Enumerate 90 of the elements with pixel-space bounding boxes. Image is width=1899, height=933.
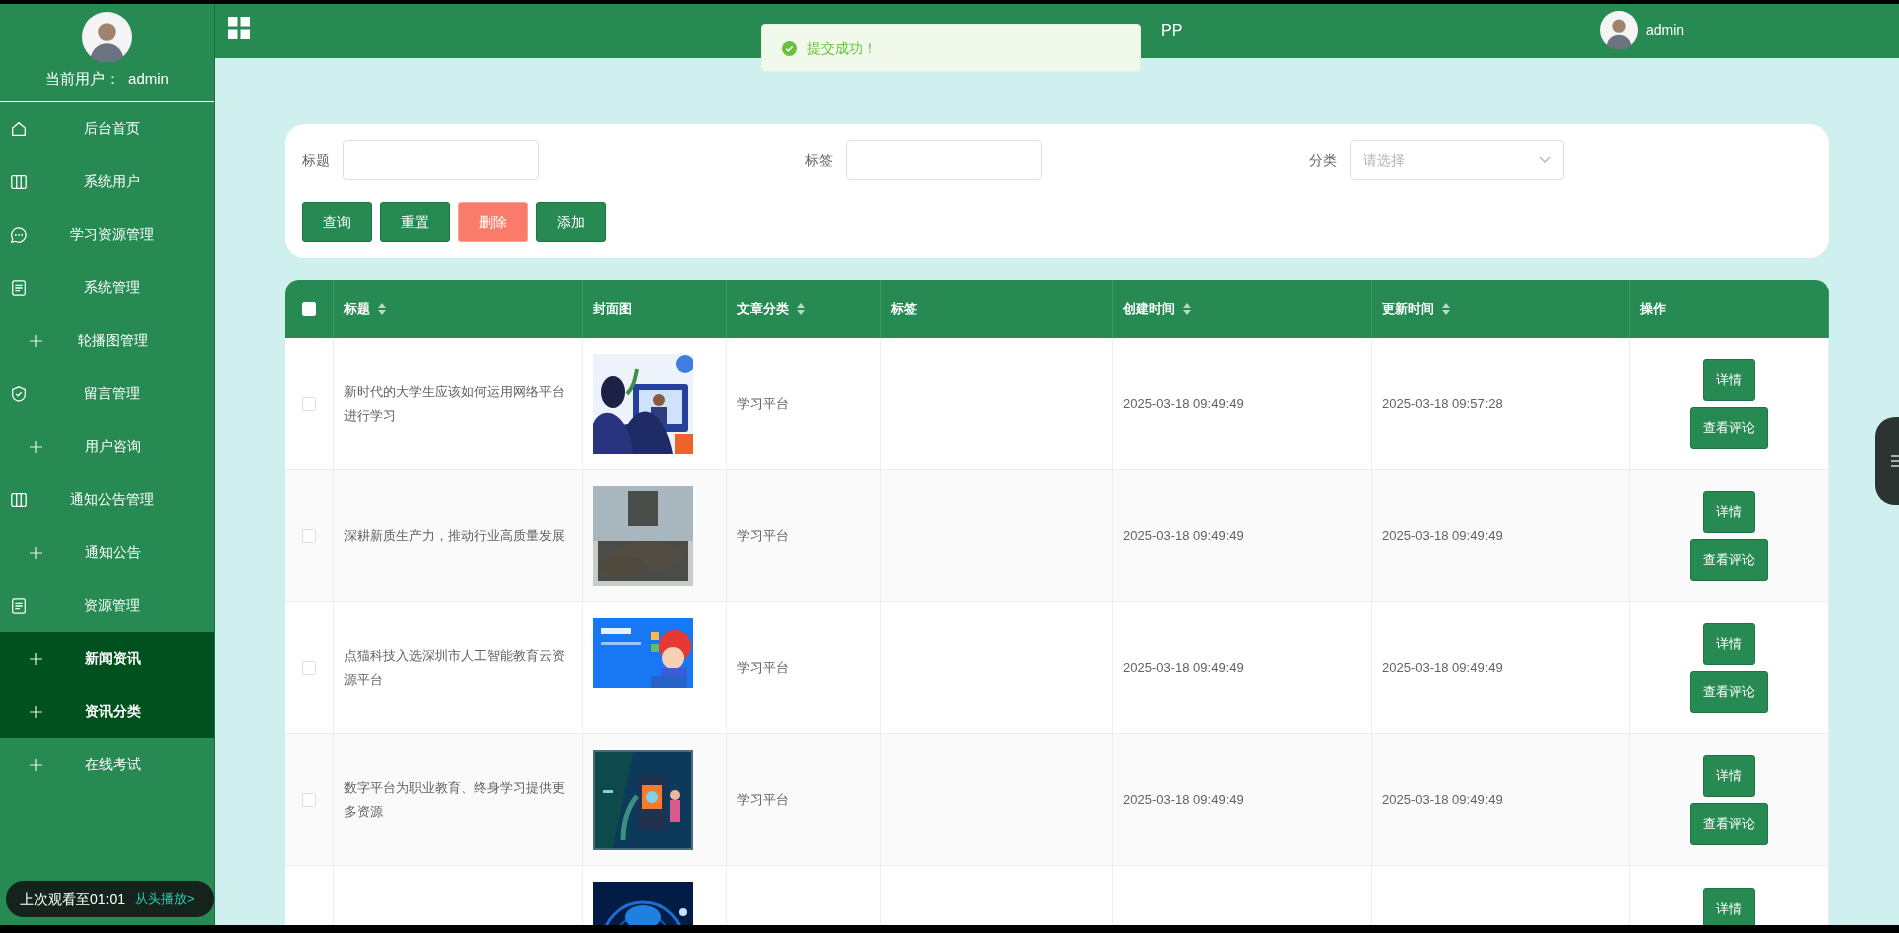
row-action-button[interactable]: 详情 bbox=[1703, 622, 1755, 665]
action-button[interactable]: 添加 bbox=[536, 202, 606, 242]
home-icon bbox=[10, 119, 28, 138]
bars-icon bbox=[1891, 454, 1899, 468]
sidebar-item[interactable]: 学习资源管理 bbox=[0, 208, 214, 261]
table-cell-text: 新时代的大学生应该如何运用网络平台进行学习 bbox=[344, 382, 566, 425]
sidebar-item[interactable]: 轮播图管理 bbox=[0, 314, 214, 367]
plus-icon bbox=[30, 705, 42, 718]
action-button[interactable]: 查询 bbox=[302, 202, 372, 242]
row-action-button[interactable]: 查看评论 bbox=[1690, 538, 1768, 581]
column-header: 标签 bbox=[891, 300, 917, 319]
row-action-button[interactable]: 查看评论 bbox=[1690, 406, 1768, 449]
current-user-name: admin bbox=[128, 69, 169, 89]
row-action-button[interactable]: 详情 bbox=[1703, 754, 1755, 797]
sidebar-item[interactable]: 通知公告管理 bbox=[0, 473, 214, 526]
sidebar-item[interactable]: 新闻资讯 bbox=[0, 632, 214, 685]
table-cell-text: 深耕新质生产力，推动行业高质量发展 bbox=[344, 526, 565, 545]
field-label: 标题 bbox=[302, 150, 330, 170]
sidebar-item[interactable]: 资源管理 bbox=[0, 579, 214, 632]
table-cell-text: 2025-03-18 09:57:28 bbox=[1382, 394, 1503, 413]
sidebar-item[interactable]: 通知公告 bbox=[0, 526, 214, 579]
plus-icon bbox=[30, 546, 42, 559]
table-cell-text: 学习平台 bbox=[737, 526, 789, 545]
checkbox[interactable] bbox=[302, 396, 316, 411]
table-cell-text: 2025-03-18 09:49:49 bbox=[1382, 526, 1503, 545]
sidebar-item[interactable]: 系统管理 bbox=[0, 261, 214, 314]
row-action-button[interactable]: 详情 bbox=[1703, 490, 1755, 533]
app-title: PP bbox=[1161, 21, 1183, 41]
sidebar-item[interactable]: 系统用户 bbox=[0, 155, 214, 208]
checkbox[interactable] bbox=[302, 792, 316, 807]
resume-text: 上次观看至01:01 bbox=[20, 889, 126, 909]
plus-icon bbox=[30, 758, 42, 771]
column-header: 更新时间 bbox=[1382, 300, 1434, 319]
plus-icon bbox=[30, 652, 42, 665]
sort-icon bbox=[1183, 303, 1191, 315]
table-cell-text: 学习平台 bbox=[737, 790, 789, 809]
replay-link[interactable]: 从头播放> bbox=[135, 889, 195, 909]
table-cell-text: 数字平台为职业教育、终身学习提供更多资源 bbox=[344, 778, 566, 821]
column-header: 创建时间 bbox=[1123, 300, 1175, 319]
chevron-down-icon bbox=[1538, 156, 1551, 164]
current-user-label: 当前用户： bbox=[45, 69, 121, 89]
select-field[interactable]: 请选择 bbox=[1349, 140, 1564, 180]
row-action-button[interactable]: 查看评论 bbox=[1690, 670, 1768, 713]
table-cell-text: 2025-03-18 09:49:49 bbox=[1123, 526, 1244, 545]
table-cell-text: 学习平台 bbox=[737, 658, 789, 677]
column-header: 封面图 bbox=[593, 300, 632, 319]
check-circle-icon bbox=[782, 40, 797, 56]
action-button[interactable]: 删除 bbox=[458, 202, 528, 242]
avatar-icon bbox=[1600, 11, 1638, 49]
chat-icon bbox=[10, 225, 28, 244]
side-tab[interactable] bbox=[1875, 417, 1899, 505]
avatar-icon bbox=[82, 12, 132, 62]
action-button[interactable]: 重置 bbox=[380, 202, 450, 242]
table-cell-text: 2025-03-18 09:49:49 bbox=[1382, 790, 1503, 809]
table-cell-text: 2025-03-18 09:49:49 bbox=[1382, 658, 1503, 677]
document-icon bbox=[10, 278, 28, 297]
sidebar-item[interactable]: 留言管理 bbox=[0, 367, 214, 420]
field-label: 分类 bbox=[1308, 150, 1337, 170]
checkbox[interactable] bbox=[302, 660, 316, 675]
toast-message: 提交成功！ bbox=[807, 38, 877, 58]
table-cell-text: 学习平台 bbox=[737, 394, 789, 413]
input-field[interactable] bbox=[343, 140, 539, 180]
field-label: 标签 bbox=[805, 150, 834, 170]
table-cell-text: 点猫科技入选深圳市人工智能教育云资源平台 bbox=[344, 646, 566, 689]
plus-icon bbox=[30, 334, 42, 347]
sidebar-item[interactable]: 资讯分类 bbox=[0, 685, 214, 738]
column-header: 文章分类 bbox=[737, 300, 789, 319]
sort-icon bbox=[797, 303, 805, 315]
table-cell-text: 2025-03-18 09:49:49 bbox=[1123, 394, 1244, 413]
table-cell-text: 2025-03-18 09:49:49 bbox=[1123, 790, 1244, 809]
row-action-button[interactable]: 详情 bbox=[1703, 888, 1755, 925]
column-header: 操作 bbox=[1640, 300, 1666, 319]
document-icon bbox=[10, 596, 28, 615]
column-header: 标题 bbox=[344, 300, 370, 319]
sidebar-item[interactable]: 用户咨询 bbox=[0, 420, 214, 473]
sidebar-item[interactable]: 后台首页 bbox=[0, 102, 214, 155]
columns-icon bbox=[10, 172, 28, 191]
row-action-button[interactable]: 查看评论 bbox=[1690, 802, 1768, 845]
grid-icon bbox=[228, 17, 250, 39]
sort-icon bbox=[1442, 303, 1450, 315]
table-cell-text: 2025-03-18 09:49:49 bbox=[1123, 658, 1244, 677]
columns-icon bbox=[10, 490, 28, 509]
sort-icon bbox=[378, 303, 386, 315]
input-field[interactable] bbox=[846, 140, 1043, 180]
row-action-button[interactable]: 详情 bbox=[1703, 358, 1755, 401]
plus-icon bbox=[30, 440, 42, 453]
checkbox[interactable] bbox=[302, 528, 316, 543]
shield-icon bbox=[10, 384, 28, 403]
sidebar-item[interactable]: 在线考试 bbox=[0, 738, 214, 791]
user-name: admin bbox=[1646, 20, 1685, 40]
